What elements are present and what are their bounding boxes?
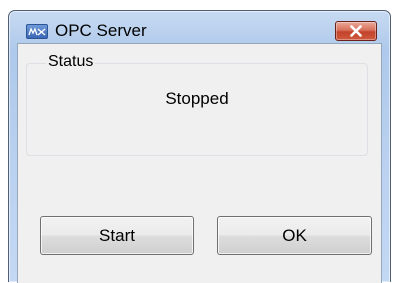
app-icon (26, 24, 48, 39)
window-title: OPC Server (55, 21, 147, 40)
status-value: Stopped (165, 89, 229, 108)
status-groupbox (26, 63, 368, 156)
ok-button[interactable]: OK (217, 216, 372, 255)
status-group-label: Status (46, 52, 96, 71)
title-bar[interactable]: OPC Server (9, 11, 390, 43)
start-button[interactable]: Start (40, 216, 194, 255)
close-button[interactable] (335, 21, 377, 41)
close-icon (350, 25, 362, 37)
